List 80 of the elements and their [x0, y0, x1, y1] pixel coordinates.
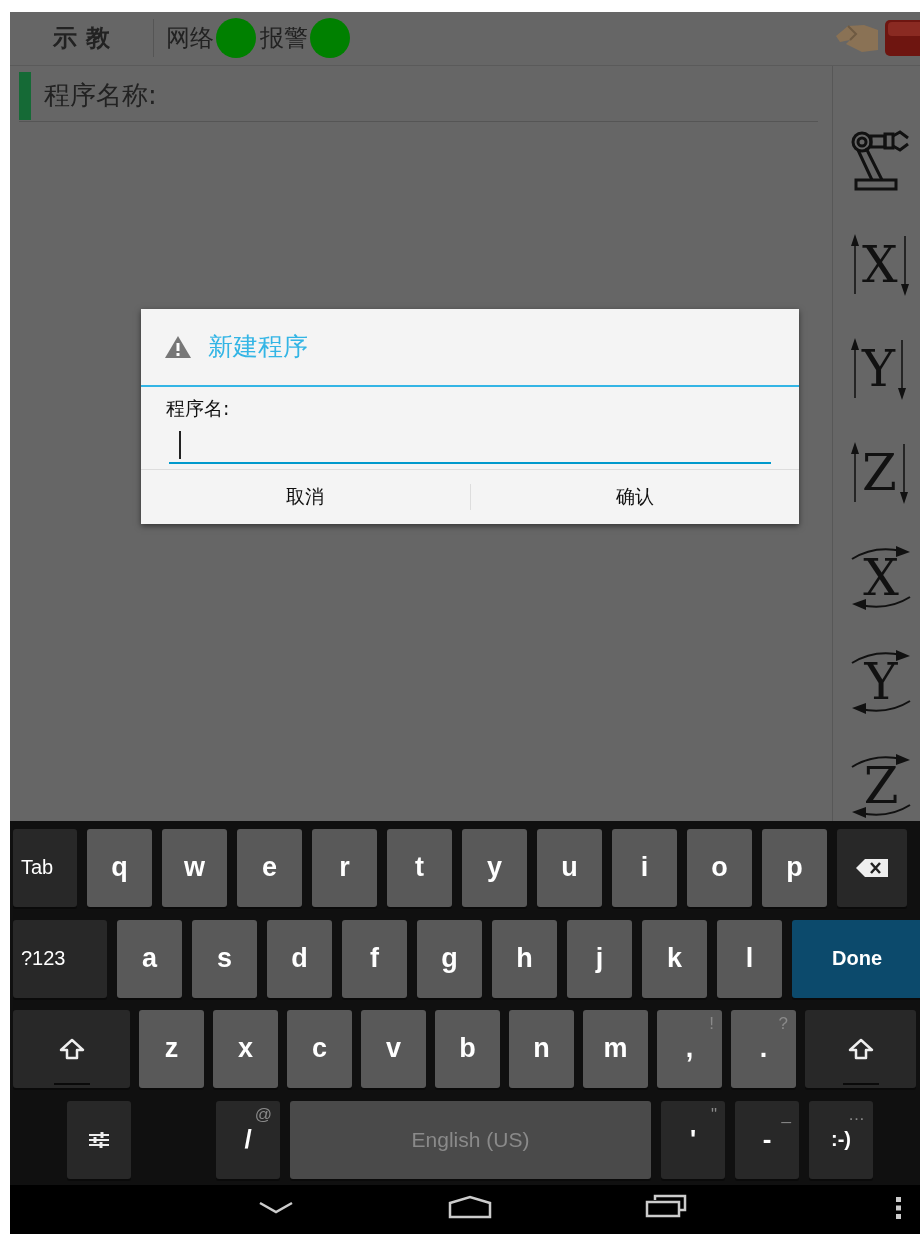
- shift-icon: [58, 1037, 85, 1060]
- keyboard-key[interactable]: / @: [216, 1100, 280, 1179]
- keyboard-key[interactable]: a: [117, 919, 182, 998]
- down-arrow-icon[interactable]: [897, 338, 907, 401]
- keyboard-key[interactable]: l: [717, 919, 782, 998]
- backspace-key[interactable]: [837, 828, 907, 907]
- keyboard-key[interactable]: i: [612, 828, 677, 907]
- settings-icon: [89, 1130, 109, 1149]
- down-arrow-icon[interactable]: [899, 233, 910, 296]
- home-icon[interactable]: [448, 1195, 492, 1220]
- warning-icon: [164, 334, 192, 359]
- key-hint: @: [254, 1104, 272, 1125]
- key-hint: !: [709, 1013, 714, 1034]
- shift-key[interactable]: [805, 1009, 916, 1088]
- done-key[interactable]: Done: [792, 919, 920, 998]
- keyboard-key[interactable]: u: [537, 828, 602, 907]
- keyboard-key[interactable]: ' ": [661, 1100, 725, 1179]
- shift-icon: [847, 1037, 874, 1060]
- curved-arrow-icon[interactable]: [850, 803, 912, 820]
- text-cursor: [179, 430, 181, 459]
- axis-label: Y: [864, 656, 898, 707]
- indicator-label: 报警: [260, 23, 308, 55]
- backspace-icon: [856, 858, 888, 877]
- keyboard-key[interactable]: v: [361, 1009, 426, 1088]
- dialog-title: 新建程序: [208, 331, 308, 364]
- settings-key[interactable]: [67, 1100, 131, 1179]
- keyboard-key[interactable]: q: [87, 828, 152, 907]
- keyboard-key[interactable]: . ?: [731, 1009, 796, 1088]
- mode-title: 示 教: [52, 23, 111, 55]
- keyboard-key[interactable]: d: [267, 919, 332, 998]
- dialog-button[interactable]: 取消: [141, 469, 470, 524]
- axis-label: X: [863, 552, 899, 603]
- down-arrow-icon[interactable]: [898, 442, 909, 505]
- keyboard-key[interactable]: h: [492, 919, 557, 998]
- keyboard-key[interactable]: n: [509, 1009, 574, 1088]
- axis-label: Y: [862, 344, 895, 395]
- axis-label: Z: [863, 761, 899, 812]
- axis-label: X: [862, 239, 898, 290]
- keyboard-key[interactable]: ?123: [13, 919, 107, 998]
- curved-arrow-icon[interactable]: [850, 698, 912, 715]
- stop-button-icon[interactable]: [884, 19, 920, 58]
- keyboard-key[interactable]: z: [139, 1009, 204, 1088]
- program-name-label: 程序名称:: [44, 79, 157, 113]
- recent-apps-icon[interactable]: [645, 1194, 687, 1219]
- keyboard-key[interactable]: o: [687, 828, 752, 907]
- keyboard-key[interactable]: w: [162, 828, 227, 907]
- up-arrow-icon[interactable]: [850, 338, 860, 401]
- keyboard-key[interactable]: r: [312, 828, 377, 907]
- axis-label: Z: [862, 448, 897, 499]
- keyboard-key[interactable]: Tab: [13, 828, 77, 907]
- key-hint: …: [848, 1104, 865, 1125]
- field-label: 程序名:: [166, 395, 231, 421]
- keyboard-key[interactable]: g: [417, 919, 482, 998]
- key-hint: ?: [778, 1013, 788, 1034]
- keyboard-key[interactable]: b: [435, 1009, 500, 1088]
- keyboard-key[interactable]: c: [287, 1009, 352, 1088]
- keyboard-key[interactable]: - _: [735, 1100, 799, 1179]
- menu-icon[interactable]: [896, 1197, 901, 1220]
- accent-bar: [19, 71, 31, 120]
- keyboard-key[interactable]: y: [462, 828, 527, 907]
- up-arrow-icon[interactable]: [850, 233, 860, 296]
- keyboard-key[interactable]: :-) …: [809, 1100, 873, 1179]
- indicator-label: 网络: [166, 23, 214, 55]
- keyboard-key[interactable]: f: [342, 919, 407, 998]
- keyboard-key[interactable]: e: [237, 828, 302, 907]
- key-hint: ": [710, 1104, 717, 1125]
- keyboard-key[interactable]: s: [192, 919, 257, 998]
- back-icon[interactable]: [258, 1201, 294, 1216]
- curved-arrow-icon[interactable]: [850, 594, 912, 611]
- keyboard-key[interactable]: k: [642, 919, 707, 998]
- keyboard-key[interactable]: p: [762, 828, 827, 907]
- keyboard-key[interactable]: x: [213, 1009, 278, 1088]
- keyboard-key[interactable]: t: [387, 828, 452, 907]
- keyboard-key[interactable]: m: [583, 1009, 648, 1088]
- key-hint: _: [781, 1104, 791, 1125]
- keyboard-key[interactable]: j: [567, 919, 632, 998]
- up-arrow-icon[interactable]: [850, 442, 860, 505]
- keyboard-key[interactable]: , !: [657, 1009, 722, 1088]
- dialog-button[interactable]: 确认: [470, 469, 799, 524]
- shift-key[interactable]: [13, 1009, 130, 1088]
